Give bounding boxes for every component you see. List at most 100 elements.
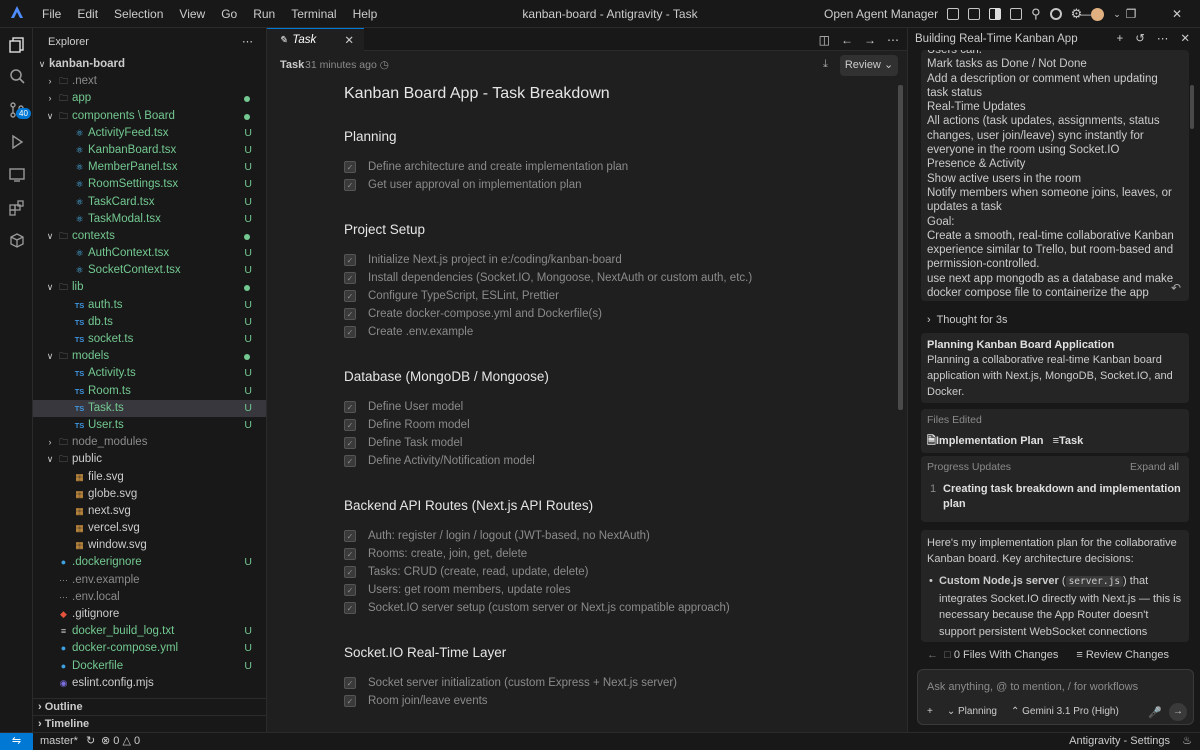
tree-item[interactable]: › 🗀 node_modules <box>33 434 266 451</box>
tree-item[interactable]: TS auth.ts U <box>33 297 266 314</box>
tree-item[interactable]: ∨ 🗀 public <box>33 451 266 468</box>
checkbox-checked[interactable]: ✓ <box>344 308 356 320</box>
progress-item[interactable]: 1 Creating task breakdown and implementa… <box>927 482 1183 512</box>
remote-indicator-icon[interactable]: ⇋ <box>0 733 33 750</box>
menu-help[interactable]: Help <box>345 0 386 28</box>
checkbox-checked[interactable]: ✓ <box>344 326 356 338</box>
back-icon[interactable]: ← <box>927 649 938 661</box>
review-button[interactable]: Review ⌄ <box>840 55 898 76</box>
search-icon[interactable]: ⚲ <box>1031 6 1041 22</box>
menu-file[interactable]: File <box>34 0 69 28</box>
history-icon[interactable]: ↺ <box>1135 28 1145 51</box>
download-icon[interactable]: ⤓ <box>823 58 828 71</box>
chrome-icon[interactable] <box>1049 8 1062 20</box>
model-selector[interactable]: ⌃ Gemini 3.1 Pro (High) <box>1011 706 1119 717</box>
tree-item[interactable]: ● .dockerignore U <box>33 554 266 571</box>
thought-toggle[interactable]: › Thought for 3s <box>927 314 1008 326</box>
checkbox-checked[interactable]: ✓ <box>344 272 356 284</box>
chat-input-box[interactable]: Ask anything, @ to mention, / for workfl… <box>917 669 1194 725</box>
menu-terminal[interactable]: Terminal <box>283 0 344 28</box>
checkbox-checked[interactable]: ✓ <box>344 290 356 302</box>
tab-task[interactable]: ✎ Task ✕ <box>267 28 364 51</box>
file-task[interactable]: Task <box>1059 435 1083 447</box>
tree-item[interactable]: TS Task.ts U <box>33 399 266 417</box>
menu-run[interactable]: Run <box>245 0 283 28</box>
menu-selection[interactable]: Selection <box>106 0 171 28</box>
microphone-icon[interactable]: 🎤 <box>1148 706 1162 719</box>
cube-icon[interactable] <box>7 231 26 250</box>
checkbox-checked[interactable]: ✓ <box>344 401 356 413</box>
sync-icon[interactable]: ↻ <box>86 733 95 750</box>
open-agent-manager-button[interactable]: Open Agent Manager <box>824 7 938 21</box>
tree-item[interactable]: ◉ eslint.config.mjs <box>33 675 266 692</box>
maximize-button[interactable]: ❐ <box>1108 0 1154 28</box>
branch-indicator[interactable]: master* <box>40 733 78 750</box>
search-view-icon[interactable] <box>7 67 26 86</box>
checkbox-checked[interactable]: ✓ <box>344 455 356 467</box>
checkbox-checked[interactable]: ✓ <box>344 254 356 266</box>
tree-item[interactable]: ● docker-compose.yml U <box>33 640 266 657</box>
back-arrow-icon[interactable]: ← <box>841 33 853 47</box>
toggle-sidebar-icon[interactable] <box>947 8 960 20</box>
tree-item[interactable]: ≡ docker_build_log.txt U <box>33 623 266 640</box>
tree-item[interactable]: ∨ 🗀 lib <box>33 279 266 296</box>
outline-section[interactable]: › Outline <box>33 698 266 715</box>
explorer-icon[interactable] <box>7 35 26 54</box>
tree-item[interactable]: ▦ next.svg <box>33 503 266 520</box>
checkbox-checked[interactable]: ✓ <box>344 179 356 191</box>
agent-scrollbar[interactable] <box>1190 85 1194 129</box>
add-context-icon[interactable]: + <box>927 706 933 717</box>
tree-item[interactable]: ▦ window.svg <box>33 537 266 554</box>
file-implementation-plan[interactable]: Implementation Plan <box>936 435 1044 447</box>
send-icon[interactable]: → <box>1169 703 1187 721</box>
toggle-panel-icon[interactable] <box>968 8 981 20</box>
tree-item[interactable]: ∨ 🗀 contexts <box>33 228 266 245</box>
tree-root[interactable]: ∨ kanban-board <box>33 56 266 73</box>
layout-icon[interactable] <box>989 8 1002 20</box>
new-chat-icon[interactable]: + <box>1117 28 1124 51</box>
checkbox-checked[interactable]: ✓ <box>344 530 356 542</box>
settings-status[interactable]: Antigravity - Settings <box>1069 733 1170 750</box>
bell-icon[interactable]: ♨ <box>1182 733 1192 750</box>
close-window-button[interactable]: ✕ <box>1154 0 1200 28</box>
problems-indicator[interactable]: ⊗ 0 △ 0 <box>101 733 140 750</box>
menu-go[interactable]: Go <box>213 0 245 28</box>
undo-icon[interactable]: ↶ <box>1171 281 1181 295</box>
more-actions-icon[interactable]: ⋯ <box>242 28 254 56</box>
tree-item[interactable]: ⚛ RoomSettings.tsx U <box>33 176 266 193</box>
tree-item[interactable]: TS Activity.ts U <box>33 365 266 382</box>
checkbox-checked[interactable]: ✓ <box>344 602 356 614</box>
checkbox-checked[interactable]: ✓ <box>344 584 356 596</box>
tree-item[interactable]: ∨ 🗀 components \ Board <box>33 108 266 125</box>
tree-item[interactable]: ⚛ TaskCard.tsx U <box>33 194 266 211</box>
checkbox-checked[interactable]: ✓ <box>344 548 356 560</box>
tree-item[interactable]: ⚛ KanbanBoard.tsx U <box>33 142 266 159</box>
checkbox-checked[interactable]: ✓ <box>344 437 356 449</box>
more-actions-icon[interactable]: ⋯ <box>887 33 899 47</box>
menu-edit[interactable]: Edit <box>69 0 106 28</box>
tree-item[interactable]: TS socket.ts U <box>33 331 266 348</box>
close-icon[interactable]: ✕ <box>344 33 354 47</box>
tree-item[interactable]: ◆ .gitignore <box>33 606 266 623</box>
forward-arrow-icon[interactable]: → <box>864 33 876 47</box>
tree-item[interactable]: ⚛ ActivityFeed.tsx U <box>33 125 266 142</box>
tree-item[interactable]: ⚛ MemberPanel.tsx U <box>33 159 266 176</box>
checkbox-checked[interactable]: ✓ <box>344 419 356 431</box>
checkbox-checked[interactable]: ✓ <box>344 161 356 173</box>
more-actions-icon[interactable]: ⋯ <box>1157 28 1169 51</box>
tree-item[interactable]: › 🗀 .next <box>33 73 266 90</box>
mode-selector[interactable]: ⌄ Planning <box>947 706 997 717</box>
tree-item[interactable]: ▦ globe.svg <box>33 486 266 503</box>
run-debug-icon[interactable] <box>7 132 26 151</box>
timeline-section[interactable]: › Timeline <box>33 715 266 732</box>
tree-item[interactable]: TS db.ts U <box>33 314 266 331</box>
tree-item[interactable]: ⚛ AuthContext.tsx U <box>33 245 266 262</box>
tree-item[interactable]: ⋯ .env.local <box>33 589 266 606</box>
tree-item[interactable]: ▦ vercel.svg <box>33 520 266 537</box>
split-editor-icon[interactable]: ◫ <box>819 33 830 47</box>
extensions-icon[interactable] <box>7 198 26 217</box>
checkbox-checked[interactable]: ✓ <box>344 677 356 689</box>
tree-item[interactable]: ⚛ SocketContext.tsx U <box>33 262 266 279</box>
remote-explorer-icon[interactable] <box>7 165 26 184</box>
close-icon[interactable]: ✕ <box>1180 28 1190 51</box>
